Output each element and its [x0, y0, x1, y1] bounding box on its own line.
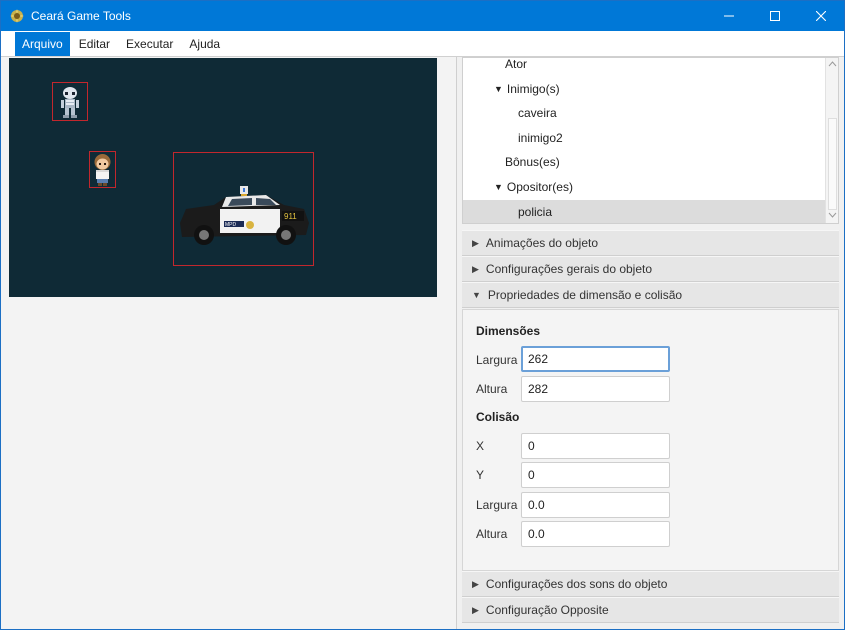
maximize-button[interactable]	[752, 1, 798, 31]
collision-title: Colisão	[476, 410, 520, 424]
scroll-down-arrow-icon[interactable]	[826, 209, 838, 223]
collision-x-field[interactable]	[521, 433, 670, 459]
accordion-label: Configurações dos sons do objeto	[485, 577, 668, 591]
sprite-inimigo2[interactable]	[89, 151, 116, 188]
tree-item-bonus[interactable]: Bônus(es)	[463, 150, 826, 174]
police-car-sprite-icon: 911 MPD	[180, 186, 309, 245]
app-logo-icon	[9, 8, 25, 24]
accordion-configuracoes-gerais[interactable]: ▶ Configurações gerais do objeto	[462, 256, 839, 282]
menu-bar: Arquivo Editar Executar Ajuda	[1, 31, 844, 57]
tree-item-inimigo2[interactable]: inimigo2	[463, 126, 826, 150]
menu-executar[interactable]: Executar	[119, 32, 180, 56]
height-field[interactable]	[521, 376, 670, 402]
dimension-collision-panel: Dimensões Largura Altura Colisão X Y Lar…	[462, 309, 839, 571]
editor-canvas-pane: 911 MPD	[1, 57, 457, 629]
collision-height-field[interactable]	[521, 521, 670, 547]
tree-item-ator[interactable]: Ator	[463, 57, 826, 76]
collision-y-label: Y	[476, 468, 485, 482]
expanded-triangle-icon: ▼	[472, 290, 481, 300]
accordion-label: Configuração Opposite	[485, 603, 609, 617]
maximize-icon	[770, 11, 780, 21]
tree-item-label: inimigo2	[518, 131, 563, 145]
tree-item-label: Inimigo(s)	[506, 82, 560, 96]
window-title: Ceará Game Tools	[31, 9, 131, 23]
menu-arquivo[interactable]: Arquivo	[15, 31, 70, 56]
accordion-animacoes[interactable]: ▶ Animações do objeto	[462, 230, 839, 256]
svg-text:MPD: MPD	[225, 222, 237, 228]
expanded-triangle-icon[interactable]: ▼	[494, 84, 503, 94]
collision-x-label: X	[476, 439, 485, 453]
minimize-icon	[724, 15, 734, 17]
tree-item-label: Bônus(es)	[505, 155, 560, 169]
collision-width-field[interactable]	[521, 492, 670, 518]
scroll-up-arrow-icon[interactable]	[826, 58, 838, 72]
accordion-label: Propriedades de dimensão e colisão	[487, 288, 683, 302]
collision-width-label: Largura	[476, 498, 518, 512]
collapsed-triangle-icon: ▶	[472, 237, 479, 248]
scroll-thumb[interactable]	[828, 118, 837, 210]
width-label: Largura	[476, 353, 518, 367]
properties-pane: Ator ▼ Inimigo(s) caveira inimigo2 Bônus…	[462, 57, 839, 629]
close-button[interactable]	[798, 1, 844, 31]
dimensions-title: Dimensões	[476, 324, 541, 338]
minimize-button[interactable]	[706, 1, 752, 31]
accordion-opposite[interactable]: ▶ Configuração Opposite	[462, 597, 839, 623]
sprite-policia[interactable]: 911 MPD	[173, 152, 314, 266]
collapsed-triangle-icon: ▶	[472, 604, 479, 615]
height-label: Altura	[476, 382, 508, 396]
tree-item-label: Ator	[505, 57, 528, 71]
window-controls	[706, 1, 844, 31]
tree-item-caveira[interactable]: caveira	[463, 101, 826, 125]
accordion-label: Configurações gerais do objeto	[485, 262, 653, 276]
svg-text:911: 911	[284, 212, 297, 221]
girl-sprite-icon	[94, 154, 111, 186]
menu-ajuda[interactable]: Ajuda	[182, 32, 227, 56]
object-tree[interactable]: Ator ▼ Inimigo(s) caveira inimigo2 Bônus…	[462, 57, 839, 224]
collision-y-field[interactable]	[521, 462, 670, 488]
close-icon	[816, 11, 826, 21]
sprite-caveira[interactable]	[52, 82, 88, 121]
game-stage[interactable]: 911 MPD	[9, 58, 437, 297]
app-window: Ceará Game Tools Arquivo Editar Executar…	[0, 0, 845, 630]
width-field[interactable]	[521, 346, 670, 372]
tree-item-inimigos[interactable]: ▼ Inimigo(s)	[463, 77, 826, 101]
tree-item-policia[interactable]: policia	[463, 200, 826, 223]
skeleton-sprite-icon	[61, 87, 79, 118]
tree-item-label: Opositor(es)	[506, 180, 573, 194]
tree-scrollbar[interactable]	[825, 58, 838, 223]
collapsed-triangle-icon: ▶	[472, 578, 479, 589]
collapsed-triangle-icon: ▶	[472, 263, 479, 274]
collision-height-label: Altura	[476, 527, 508, 541]
menu-editar[interactable]: Editar	[72, 32, 117, 56]
tree-item-label: policia	[518, 205, 553, 219]
tree-item-opositores[interactable]: ▼ Opositor(es)	[463, 175, 826, 199]
expanded-triangle-icon[interactable]: ▼	[494, 182, 503, 192]
title-bar[interactable]: Ceará Game Tools	[1, 1, 844, 31]
accordion-label: Animações do objeto	[485, 236, 598, 250]
accordion-sons[interactable]: ▶ Configurações dos sons do objeto	[462, 571, 839, 597]
accordion-dimensao-colisao[interactable]: ▼ Propriedades de dimensão e colisão	[462, 282, 839, 308]
tree-item-label: caveira	[518, 106, 557, 120]
